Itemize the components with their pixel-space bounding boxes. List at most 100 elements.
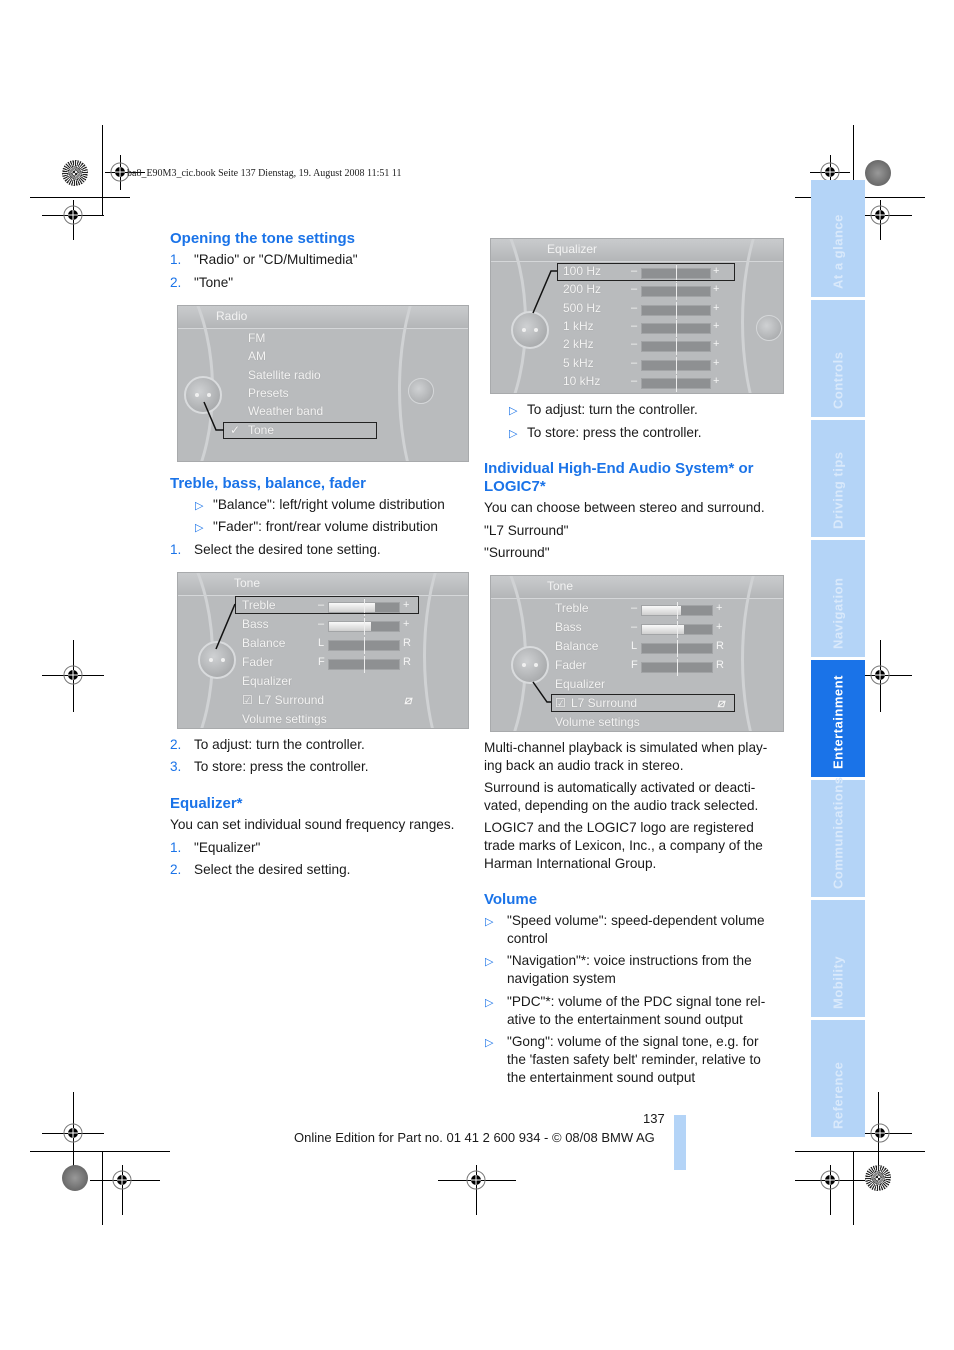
section-heading-audio-system: Individual High-End Audio System* or LOGI… [484, 460, 753, 496]
bullet-triangle-icon: ▷ [485, 997, 494, 1009]
step-number: 2. [170, 737, 182, 752]
registration-mark-icon [870, 205, 890, 225]
step-number: 1. [170, 840, 182, 855]
option-surround: "Surround" [484, 545, 550, 560]
bullet-text: ative to the entertainment sound output [507, 1012, 743, 1027]
chapter-tab-label: At a glance [830, 214, 846, 289]
registration-mark-icon [466, 1170, 486, 1190]
chapter-tab-label: Driving tips [830, 451, 846, 529]
crop-mark [102, 1151, 103, 1225]
section-heading-equalizer: Equalizer* [170, 795, 243, 812]
step-text: "Radio" or "CD/Multimedia" [194, 252, 358, 267]
paragraph: Surround is automatically activated or d… [484, 779, 758, 815]
registration-mark-icon [870, 1123, 890, 1143]
bullet-text: To store: press the controller. [527, 425, 702, 440]
section-heading-treble-bass: Treble, bass, balance, fader [170, 475, 366, 492]
step-text: Select the desired tone setting. [194, 542, 381, 557]
tone-surround-screenshot: Tone Treble – + Bass – + Balance L R Fader F R Equal… [490, 575, 784, 732]
color-rosette-icon [865, 160, 891, 186]
chapter-tab-label: Controls [830, 351, 846, 409]
page-number: 137 [643, 1111, 665, 1126]
bullet-text: "Balance": left/right volume distributio… [213, 497, 445, 512]
chapter-tab-label: Navigation [830, 577, 846, 649]
bullet-text: "Fader": front/rear volume distribution [213, 519, 438, 534]
audio-system-intro: You can choose between stereo and surrou… [484, 500, 765, 515]
chapter-tab-entertainment[interactable]: Entertainment [811, 660, 865, 777]
registration-mark-icon [63, 205, 83, 225]
crop-mark [30, 1151, 170, 1152]
bullet-text: the 'fasten safety belt' reminder, relat… [507, 1052, 761, 1067]
bullet-text: "PDC"*: volume of the PDC signal tone re… [507, 994, 766, 1009]
crop-mark [102, 125, 103, 215]
step-number: 1. [170, 542, 182, 557]
crop-mark [30, 197, 130, 198]
step-number: 1. [170, 252, 182, 267]
bullet-text: the entertainment sound output [507, 1070, 696, 1085]
color-rosette-icon [865, 1165, 891, 1191]
bullet-triangle-icon: ▷ [485, 1037, 494, 1049]
section-heading-volume: Volume [484, 891, 538, 908]
registration-mark-icon [820, 1170, 840, 1190]
bullet-triangle-icon: ▷ [195, 500, 204, 512]
edition-footer: Online Edition for Part no. 01 41 2 600 … [294, 1130, 655, 1145]
step-text: To store: press the controller. [194, 759, 369, 774]
bullet-triangle-icon: ▷ [195, 522, 204, 534]
paragraph-line: Multi-channel playback is simulated when… [484, 740, 768, 755]
selector-line [532, 681, 551, 703]
step-text: "Tone" [194, 275, 234, 290]
chapter-tab-label: Mobility [830, 955, 846, 1009]
selector-line [532, 270, 557, 314]
chapter-tab-communications[interactable]: Communications [811, 776, 865, 897]
registration-mark-icon [112, 1170, 132, 1190]
chapter-tab-label: Entertainment [830, 675, 846, 769]
section-heading-opening-tone: Opening the tone settings [170, 230, 356, 247]
bullet-triangle-icon: ▷ [509, 428, 518, 440]
paragraph-line: vated, depending on the audio track sele… [484, 798, 759, 813]
bullet-text: "Speed volume": speed-dependent volume [507, 913, 765, 928]
crop-mark [853, 1151, 854, 1225]
registration-mark-icon [870, 665, 890, 685]
bullet-text: "Navigation"*: voice instructions from t… [507, 953, 752, 968]
registration-mark-icon [63, 1123, 83, 1143]
tone-menu-screenshot: Tone Treble – + Bass – + Balance L R Fader F R Equal… [177, 572, 469, 729]
chapter-tab-driving-tips[interactable]: Driving tips [811, 420, 865, 537]
step-text: "Equalizer" [194, 840, 261, 855]
bullet-triangle-icon: ▷ [485, 956, 494, 968]
paragraph-line: ing back an audio track in stereo. [484, 758, 684, 773]
page-tab-marker [674, 1115, 686, 1170]
chapter-tab-reference[interactable]: Reference [811, 1020, 865, 1137]
heading-line: LOGIC7* [484, 478, 546, 495]
selector-line [215, 603, 236, 650]
paragraph-line: Surround is automatically activated or d… [484, 780, 756, 795]
chapter-tab-navigation[interactable]: Navigation [811, 540, 865, 657]
paragraph: Multi-channel playback is simulated when… [484, 739, 767, 775]
color-rosette-icon [62, 1165, 88, 1191]
registration-mark-icon [63, 665, 83, 685]
paragraph-line: trade marks of Lexicon, Inc., a company … [484, 838, 763, 853]
step-text: To adjust: turn the controller. [194, 737, 365, 752]
step-number: 2. [170, 862, 182, 877]
paragraph-line: Harman International Group. [484, 856, 657, 871]
paragraph-line: LOGIC7 and the LOGIC7 logo are registere… [484, 820, 754, 835]
step-text: Select the desired setting. [194, 862, 351, 877]
chapter-tab-label: Reference [830, 1061, 846, 1129]
bullet-text: control [507, 931, 548, 946]
crop-mark [795, 1151, 925, 1152]
paragraph: LOGIC7 and the LOGIC7 logo are registere… [484, 819, 763, 873]
bullet-text: To adjust: turn the controller. [527, 402, 698, 417]
chapter-tab-mobility[interactable]: Mobility [811, 900, 865, 1017]
bullet-text: navigation system [507, 971, 616, 986]
radio-menu-screenshot: Radio FM AM Satellite radio Presets Weat… [177, 305, 469, 462]
color-rosette-icon [62, 160, 88, 186]
option-l7-surround: "L7 Surround" [484, 523, 569, 538]
chapter-tab-label: Communications [830, 776, 846, 889]
step-number: 2. [170, 275, 182, 290]
bullet-text: "Gong": volume of the signal tone, e.g. … [507, 1034, 759, 1049]
equalizer-menu-screenshot: Equalizer 100 Hz – +200 Hz – +500 Hz – +1 kHz –… [490, 238, 784, 394]
chapter-tab-controls[interactable]: Controls [811, 300, 865, 417]
bullet-triangle-icon: ▷ [485, 916, 494, 928]
chapter-tab-at-a-glance[interactable]: At a glance [811, 180, 865, 297]
bullet-triangle-icon: ▷ [509, 405, 518, 417]
print-info-header: ba8_E90M3_cic.book Seite 137 Dienstag, 1… [127, 168, 402, 179]
equalizer-intro: You can set individual sound frequency r… [170, 817, 455, 832]
